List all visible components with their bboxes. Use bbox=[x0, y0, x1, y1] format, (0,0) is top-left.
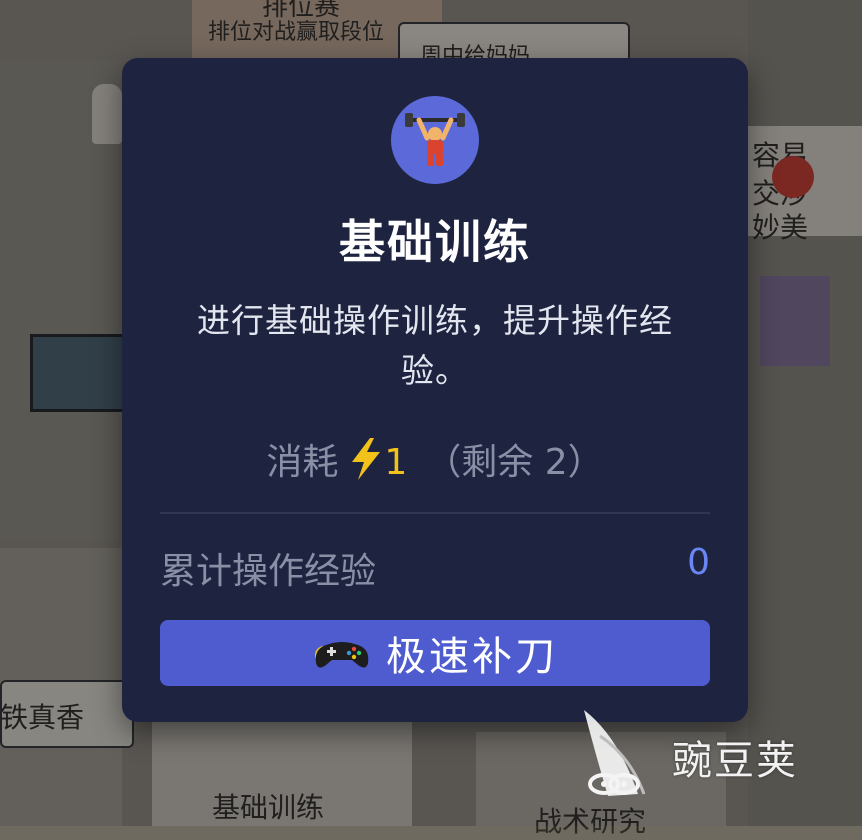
watermark-text: 豌豆荚 bbox=[672, 738, 798, 784]
gamepad-icon bbox=[312, 631, 372, 675]
exp-label: 累计操作经验 bbox=[160, 551, 377, 592]
cost-label: 消耗 bbox=[266, 442, 339, 483]
divider bbox=[160, 512, 710, 514]
remaining-count: （剩余 2） bbox=[425, 442, 604, 483]
dialog-title: 基础训练 bbox=[339, 215, 531, 269]
weightlifter-icon bbox=[391, 96, 479, 184]
speed-last-hit-button[interactable]: 极速补刀 bbox=[160, 620, 710, 686]
cost-row: 消耗 1 （剩余 2） bbox=[122, 433, 748, 489]
speed-last-hit-label: 极速补刀 bbox=[386, 634, 558, 680]
lightning-icon bbox=[350, 438, 382, 489]
exp-value: 0 bbox=[687, 542, 710, 583]
cost-amount: 1 bbox=[384, 442, 408, 483]
training-dialog: 基础训练 进行基础操作训练，提升操作经验。 消耗 1 （剩余 2） 累计操作经验 0… bbox=[122, 58, 748, 722]
dialog-description: 进行基础操作训练，提升操作经验。 bbox=[197, 301, 673, 390]
